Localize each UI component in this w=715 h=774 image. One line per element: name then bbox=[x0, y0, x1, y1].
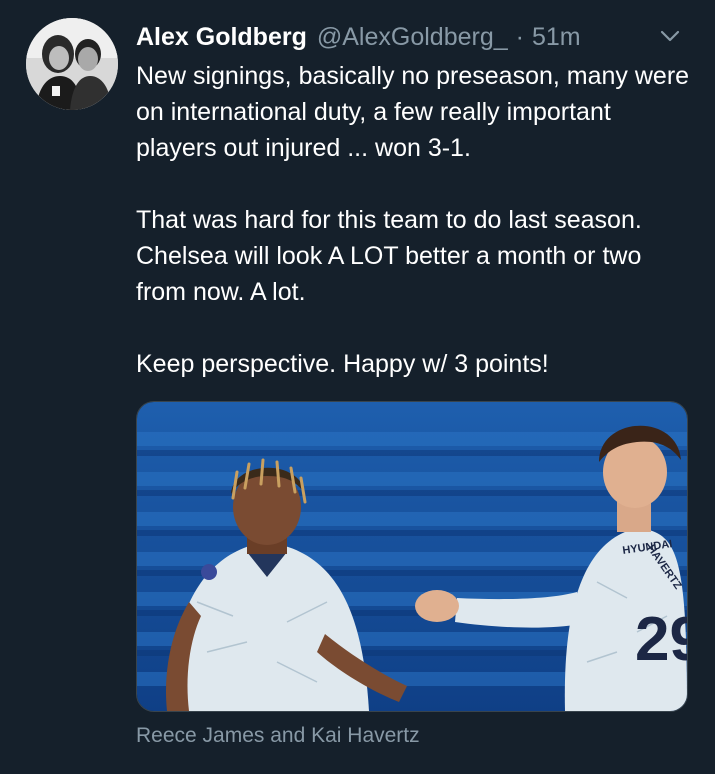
user-handle[interactable]: @AlexGoldberg_ bbox=[317, 23, 508, 52]
chevron-down-icon[interactable] bbox=[656, 22, 684, 50]
jersey-number: 29 bbox=[635, 605, 687, 674]
separator-dot: · bbox=[515, 22, 524, 51]
tweet-paragraph: That was hard for this team to do last s… bbox=[136, 206, 649, 306]
avatar-photo bbox=[26, 18, 118, 110]
tweet[interactable]: Alex Goldberg @AlexGoldberg_ · 51m New s… bbox=[0, 0, 715, 774]
football-players-photo: 29 HYUNDAI HAVERTZ bbox=[137, 402, 687, 711]
tweet-header: Alex Goldberg @AlexGoldberg_ · 51m bbox=[136, 20, 581, 54]
tweet-media-photo[interactable]: 29 HYUNDAI HAVERTZ bbox=[136, 401, 688, 712]
tweet-text: New signings, basically no preseason, ma… bbox=[136, 58, 696, 382]
tweet-paragraph: Keep perspective. Happy w/ 3 points! bbox=[136, 350, 549, 378]
display-name[interactable]: Alex Goldberg bbox=[136, 23, 307, 52]
avatar[interactable] bbox=[26, 18, 118, 110]
media-caption: Reece James and Kai Havertz bbox=[136, 724, 420, 747]
tweet-paragraph: New signings, basically no preseason, ma… bbox=[136, 62, 697, 162]
timestamp[interactable]: 51m bbox=[532, 23, 581, 52]
